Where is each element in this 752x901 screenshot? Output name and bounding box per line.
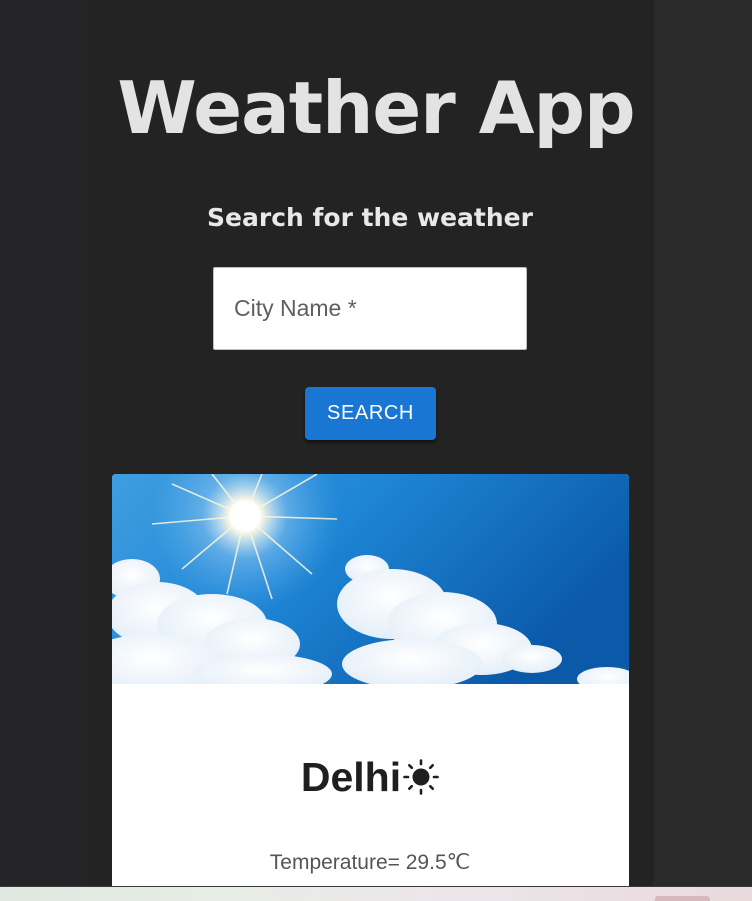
weather-card — [112, 474, 629, 887]
sun-icon — [403, 759, 439, 795]
taskbar-strip — [0, 887, 752, 901]
temperature-text: Temperature= 29.5℃ — [269, 851, 471, 874]
weather-card-image — [112, 474, 629, 684]
city-name-input[interactable] — [213, 267, 527, 350]
scrollbar-thumb[interactable] — [655, 896, 710, 901]
search-button[interactable]: SEARCH — [305, 387, 436, 440]
city-name: Delhi — [300, 753, 402, 800]
search-subtitle: Search for the weather — [207, 203, 533, 232]
city-heading: Delhi — [0, 753, 740, 801]
app-title: Weather App — [117, 66, 635, 150]
